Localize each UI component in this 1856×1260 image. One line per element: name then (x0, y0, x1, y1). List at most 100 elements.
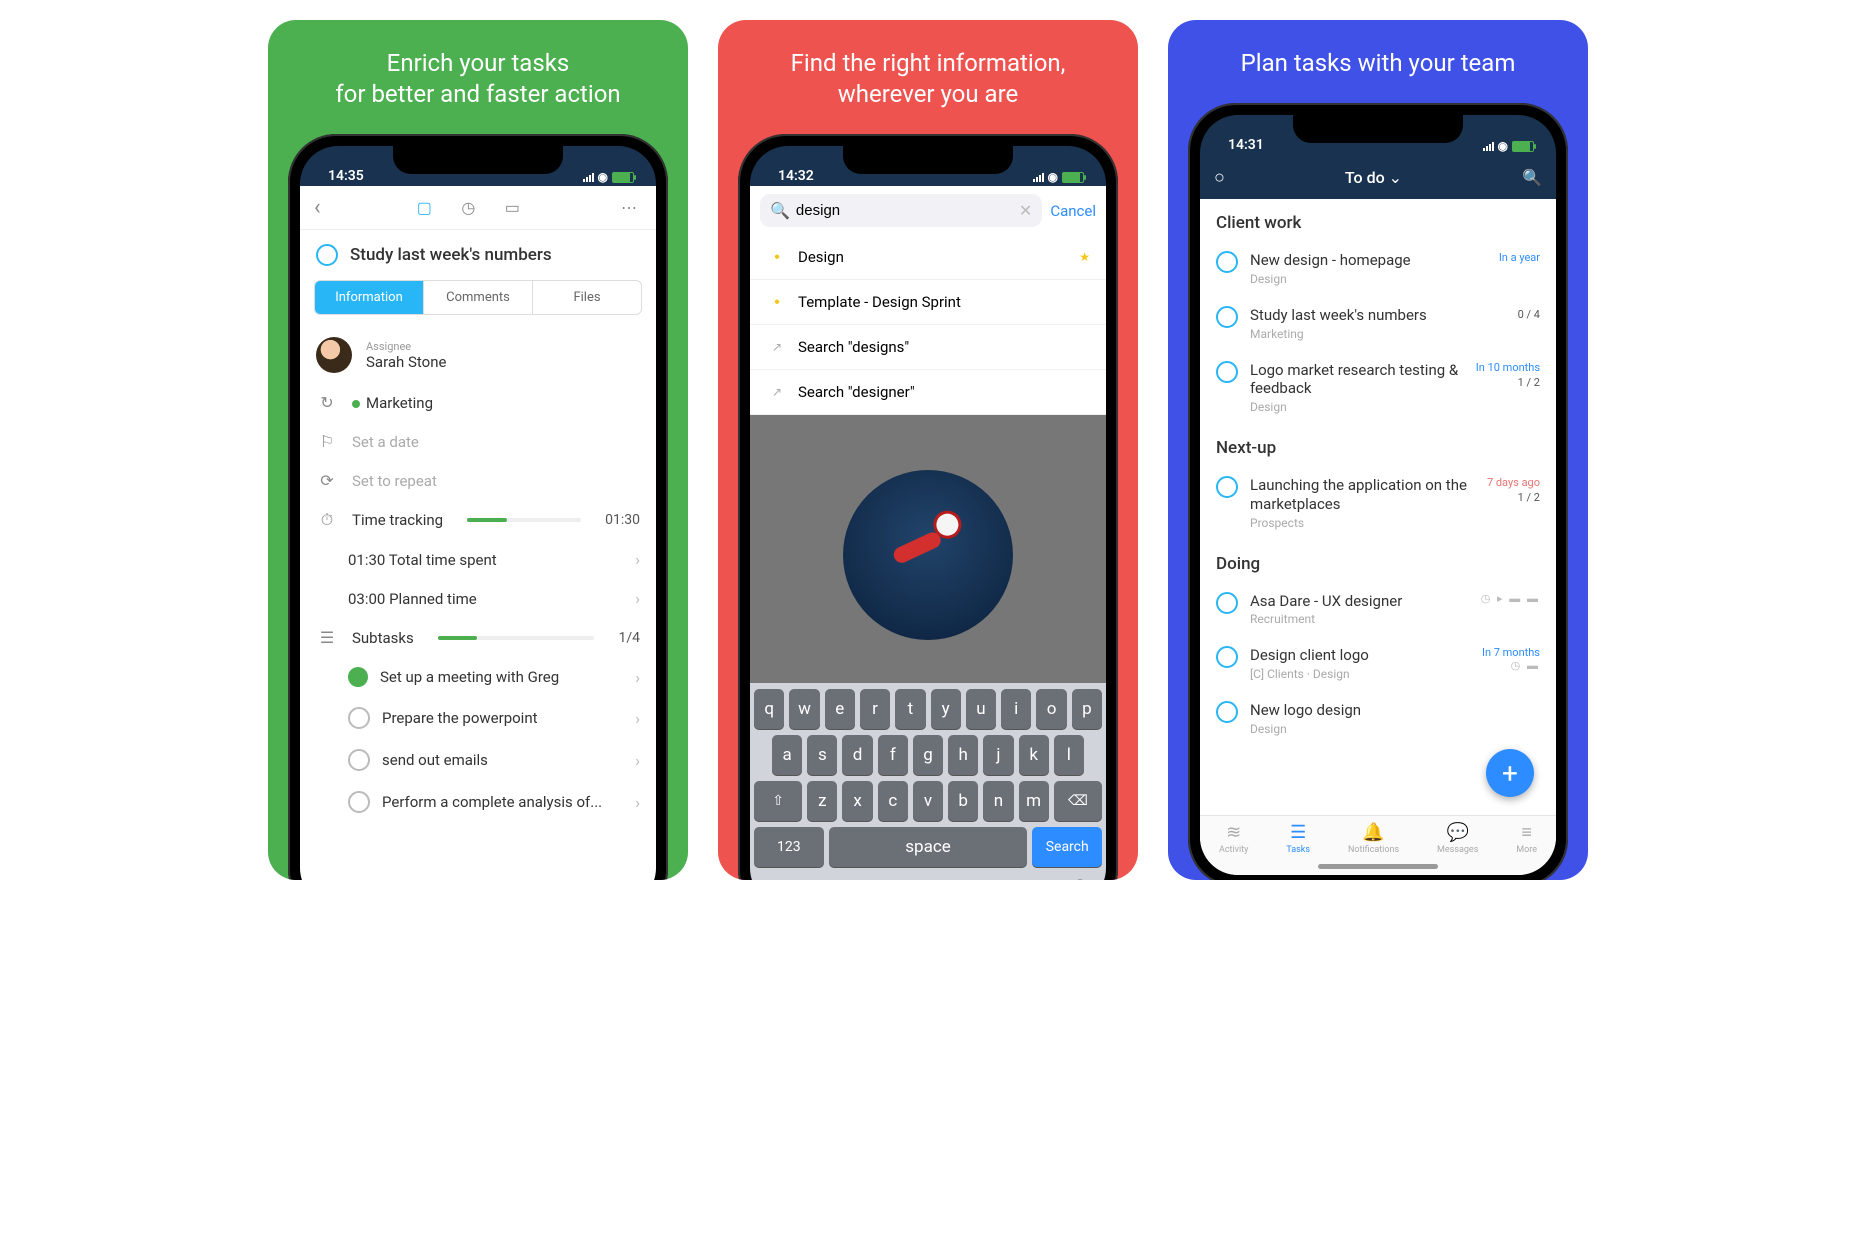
header-title[interactable]: To do ⌄ (1345, 168, 1402, 187)
panel-icon[interactable]: ▢ (411, 198, 437, 217)
list-icon: ☰ (316, 628, 338, 647)
cancel-button[interactable]: Cancel (1050, 202, 1096, 220)
task-checkbox[interactable] (1216, 701, 1238, 723)
project-name: Marketing (366, 394, 433, 412)
key-q[interactable]: q (754, 689, 784, 729)
section-header: Client work (1200, 199, 1556, 241)
subtask-checkbox[interactable] (348, 791, 370, 813)
key-r[interactable]: r (860, 689, 890, 729)
planned-time-row[interactable]: 03:00 Planned time › (300, 579, 656, 618)
total-time-row[interactable]: 01:30 Total time spent › (300, 540, 656, 579)
search-icon[interactable]: 🔍 (1522, 168, 1542, 187)
clear-icon[interactable]: ✕ (1019, 201, 1032, 220)
key-k[interactable]: k (1019, 735, 1049, 775)
key-x[interactable]: x (842, 781, 872, 821)
task-complete-checkbox[interactable] (316, 244, 338, 266)
subtask-checkbox[interactable] (348, 749, 370, 771)
key-c[interactable]: c (878, 781, 908, 821)
task-row[interactable]: New design - homepage Design In a year (1200, 241, 1556, 296)
backspace-key[interactable]: ⌫ (1054, 781, 1102, 821)
space-key[interactable]: space (829, 827, 1028, 867)
key-t[interactable]: t (895, 689, 925, 729)
task-checkbox[interactable] (1216, 646, 1238, 668)
suggestion-label: Search "designs" (798, 338, 909, 356)
subtask-row[interactable]: Set up a meeting with Greg › (300, 657, 656, 697)
search-field[interactable]: 🔍 ✕ (760, 194, 1042, 227)
search-suggestion[interactable]: ↗ Search "designs" (750, 325, 1106, 370)
back-icon[interactable]: ‹ (314, 195, 321, 220)
key-i[interactable]: i (1001, 689, 1031, 729)
task-row[interactable]: Design client logo [C] Clients · Design … (1200, 636, 1556, 691)
key-m[interactable]: m (1019, 781, 1049, 821)
subtasks-row[interactable]: ☰ Subtasks 1/4 (300, 618, 656, 657)
task-row[interactable]: Logo market research testing & feedback … (1200, 351, 1556, 425)
task-title: Study last week's numbers (350, 245, 552, 265)
tab-files[interactable]: Files (532, 281, 641, 314)
key-d[interactable]: d (842, 735, 872, 775)
assignee-name: Sarah Stone (366, 353, 446, 371)
menu-icon[interactable]: ○ (1214, 167, 1225, 188)
tab-comments[interactable]: Comments (423, 281, 532, 314)
subtask-row[interactable]: Prepare the powerpoint › (300, 697, 656, 739)
key-o[interactable]: o (1036, 689, 1066, 729)
key-s[interactable]: s (807, 735, 837, 775)
key-h[interactable]: h (948, 735, 978, 775)
task-row[interactable]: New logo design Design (1200, 691, 1556, 746)
search-key[interactable]: Search (1032, 827, 1102, 867)
subtask-checkbox[interactable] (348, 707, 370, 729)
tab-tasks[interactable]: ☰Tasks (1286, 822, 1310, 875)
mic-icon[interactable]: 🎤 (1064, 879, 1086, 880)
tab-information[interactable]: Information (315, 281, 423, 314)
status-time: 14:35 (328, 168, 364, 184)
key-u[interactable]: u (966, 689, 996, 729)
status-time: 14:31 (1228, 137, 1264, 153)
task-sub: Recruitment (1250, 612, 1469, 626)
task-row[interactable]: Study last week's numbers Marketing 0 / … (1200, 296, 1556, 351)
tab-more[interactable]: ≡More (1516, 822, 1537, 875)
subtask-row[interactable]: Perform a complete analysis of... › (300, 781, 656, 823)
subtask-row[interactable]: send out emails › (300, 739, 656, 781)
assignee-row[interactable]: Assignee Sarah Stone (300, 327, 656, 383)
task-row[interactable]: Asa Dare - UX designer Recruitment ◷ ▸ ▬… (1200, 582, 1556, 637)
key-v[interactable]: v (913, 781, 943, 821)
task-checkbox[interactable] (1216, 592, 1238, 614)
task-checkbox[interactable] (1216, 251, 1238, 273)
search-suggestion[interactable]: ↗ Search "designer" (750, 370, 1106, 415)
search-result[interactable]: ● Template - Design Sprint (750, 280, 1106, 325)
key-y[interactable]: y (931, 689, 961, 729)
numbers-key[interactable]: 123 (754, 827, 824, 867)
more-icon[interactable]: ⋯ (616, 198, 642, 217)
shift-key[interactable]: ⇧ (754, 781, 802, 821)
search-result[interactable]: ● Design ★ (750, 235, 1106, 280)
emoji-icon[interactable]: ☺ (770, 879, 788, 880)
key-e[interactable]: e (825, 689, 855, 729)
date-row[interactable]: ⚐ Set a date (300, 422, 656, 461)
tab-activity[interactable]: ≋Activity (1219, 822, 1248, 875)
key-w[interactable]: w (789, 689, 819, 729)
key-g[interactable]: g (913, 735, 943, 775)
archive-icon[interactable]: ▭ (499, 198, 525, 217)
key-a[interactable]: a (772, 735, 802, 775)
search-input[interactable] (796, 202, 1013, 219)
clock-icon[interactable]: ◷ (455, 198, 481, 217)
key-l[interactable]: l (1054, 735, 1084, 775)
key-f[interactable]: f (878, 735, 908, 775)
key-j[interactable]: j (983, 735, 1013, 775)
subtasks-label: Subtasks (352, 629, 414, 647)
task-checkbox[interactable] (1216, 361, 1238, 383)
key-z[interactable]: z (807, 781, 837, 821)
home-indicator[interactable] (1318, 864, 1438, 869)
status-time: 14:32 (778, 168, 814, 184)
task-checkbox[interactable] (1216, 306, 1238, 328)
task-row[interactable]: Launching the application on the marketp… (1200, 466, 1556, 540)
key-p[interactable]: p (1072, 689, 1102, 729)
key-b[interactable]: b (948, 781, 978, 821)
add-task-fab[interactable]: + (1486, 749, 1534, 797)
repeat-row[interactable]: ⟳ Set to repeat (300, 461, 656, 500)
key-n[interactable]: n (983, 781, 1013, 821)
tab-messages[interactable]: 💬Messages (1437, 822, 1478, 875)
task-checkbox[interactable] (1216, 476, 1238, 498)
project-row[interactable]: ↻ Marketing (300, 383, 656, 422)
subtask-done-icon[interactable] (348, 667, 368, 687)
time-tracking-row[interactable]: ⏱ Time tracking 01:30 (300, 500, 656, 540)
